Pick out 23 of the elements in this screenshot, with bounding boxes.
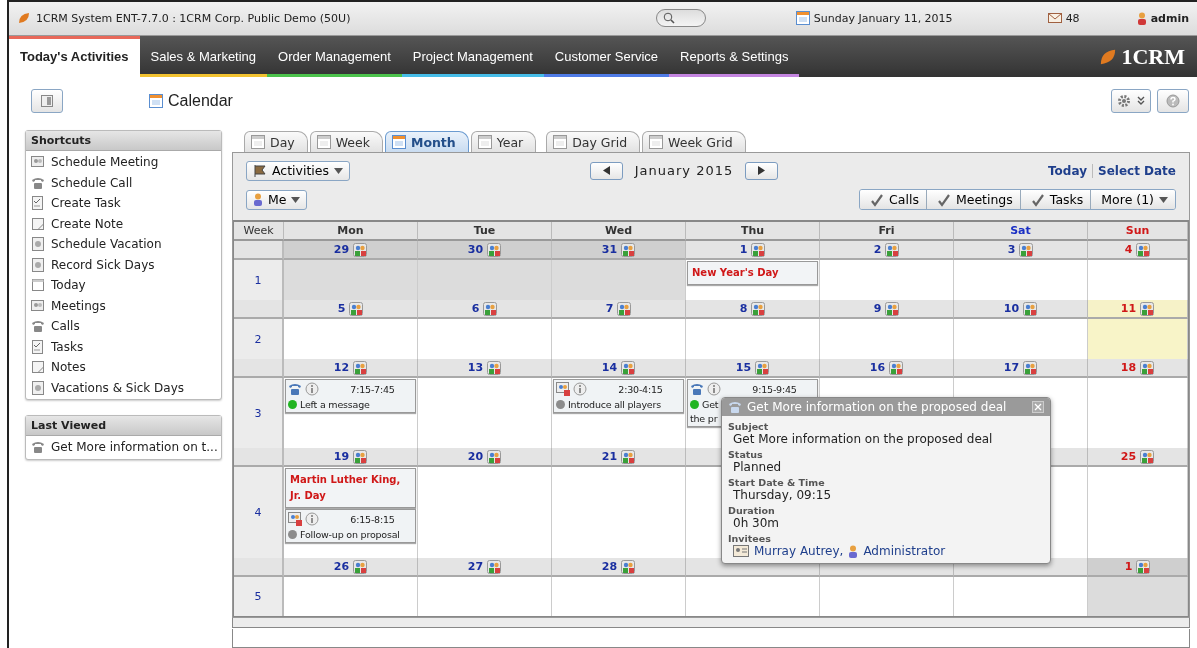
column-header: Mon xyxy=(284,222,418,241)
current-date: Sunday January 11, 2015 xyxy=(813,11,953,25)
column-header: Fri xyxy=(820,222,954,241)
column-header: Week xyxy=(234,222,284,241)
column-header: Sat xyxy=(954,222,1088,241)
field-value: Get More information on the proposed deal xyxy=(732,432,994,446)
month-title: January 2015 xyxy=(634,163,734,178)
column-header: Wed xyxy=(552,222,686,241)
field-value: Planned xyxy=(732,460,783,474)
column-header: Thu xyxy=(686,222,820,241)
field-value: 0h 30m xyxy=(732,516,780,530)
field-value: Thursday, 09:15 xyxy=(732,488,832,502)
page-title: Calendar xyxy=(168,91,233,110)
window-title: 1CRM System ENT-7.7.0 : 1CRM Corp. Public Demo (50U) xyxy=(36,11,352,25)
field-label: Start Date & Time xyxy=(728,477,826,488)
column-header: Sun xyxy=(1088,222,1188,241)
field-label: Duration xyxy=(728,505,776,516)
field-label: Status xyxy=(728,449,764,460)
column-header: Tue xyxy=(418,222,552,241)
logo-text: 1CRM xyxy=(1121,43,1185,70)
field-label: Invitees xyxy=(728,533,772,544)
panel-heading: Last Viewed xyxy=(26,416,221,436)
panel-heading: Shortcuts xyxy=(26,131,221,151)
